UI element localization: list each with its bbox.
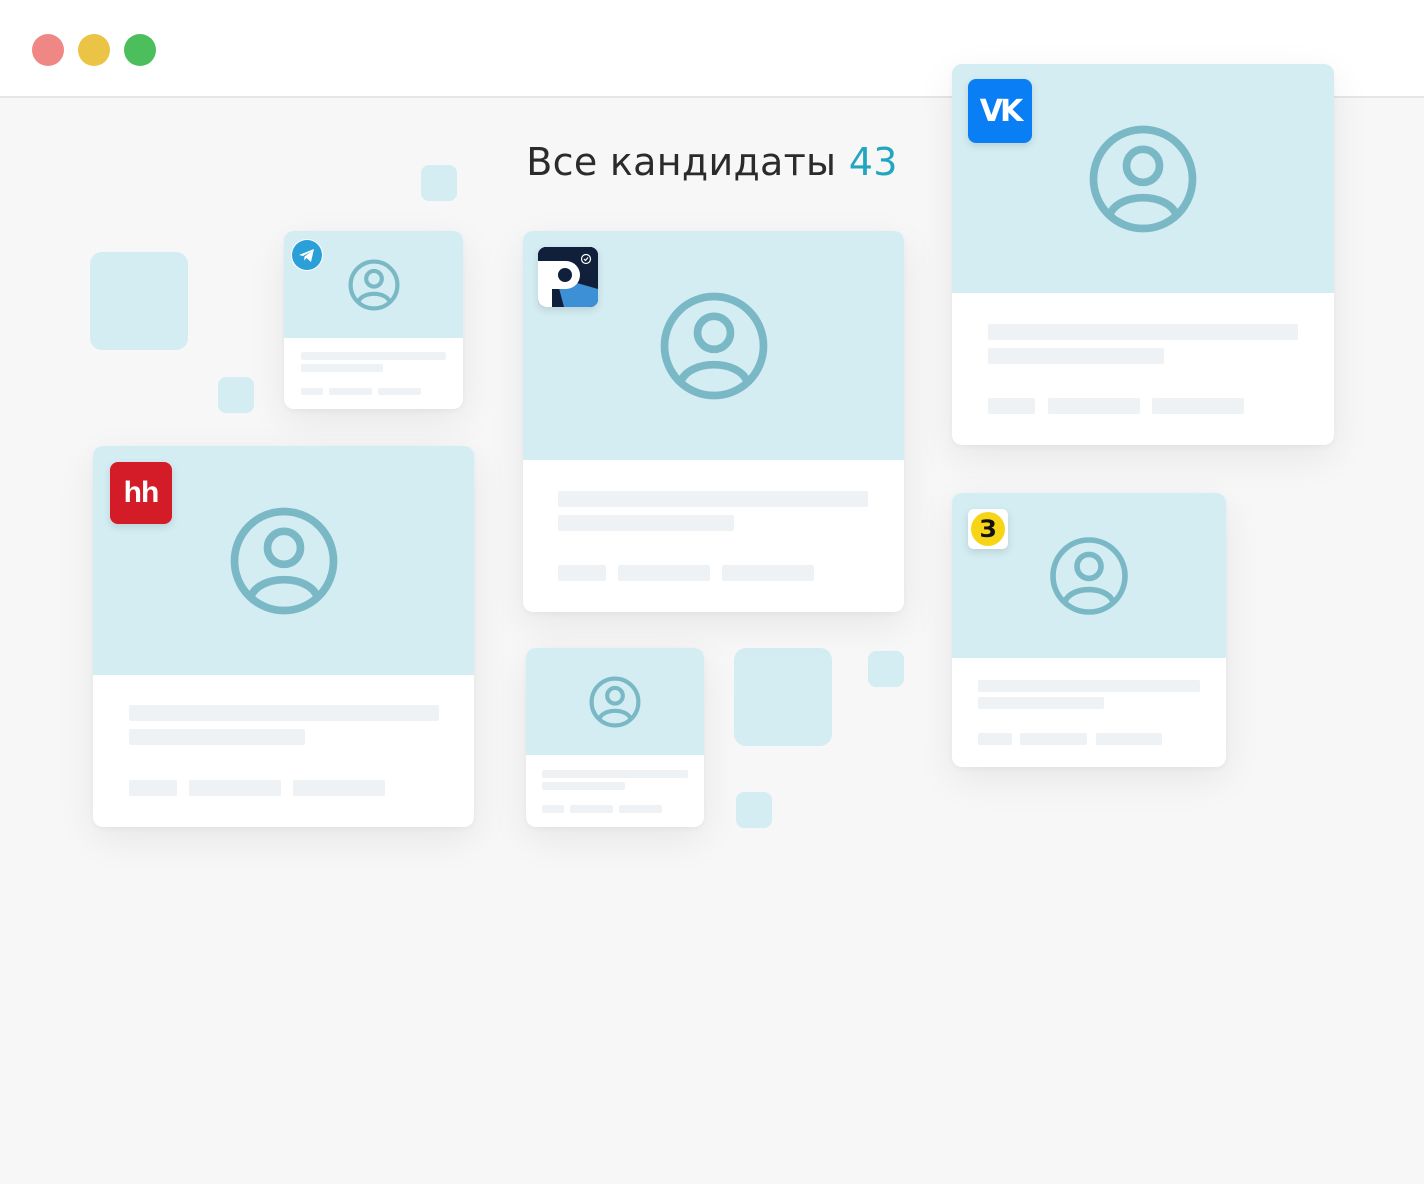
telegram-icon [291,239,323,271]
skeleton-tag [1096,733,1162,745]
skeleton-line [301,352,446,360]
skeleton-tag [301,388,323,395]
skeleton-tag [722,565,814,581]
rabota-icon [538,247,598,307]
skeleton-tag [329,388,372,395]
decorative-square [218,377,254,413]
skeleton-tag [570,805,613,813]
hh-icon: hh [110,462,172,524]
user-avatar-icon [589,676,641,727]
skeleton-line [978,680,1200,692]
skeleton-line [988,324,1298,340]
vk-icon: VK [968,79,1032,143]
skeleton-line [558,515,734,531]
skeleton-line [129,729,305,745]
user-avatar-icon [348,259,399,310]
user-avatar-icon [230,507,337,614]
decorative-square [90,252,188,350]
candidate-photo [526,648,704,755]
skeleton-tag [988,398,1035,414]
maximize-window-button[interactable] [124,34,156,66]
minimize-window-button[interactable] [78,34,110,66]
skeleton-tag [558,565,606,581]
skeleton-tag [293,780,385,796]
skeleton-line [301,364,383,372]
skeleton-line [129,705,439,721]
skeleton-line [542,782,625,790]
skeleton-line [558,491,868,507]
skeleton-line [542,770,688,778]
skeleton-tag [129,780,177,796]
skeleton-line [988,348,1164,364]
skeleton-tag [1152,398,1244,414]
skeleton-tag [618,565,710,581]
skeleton-line [978,697,1104,709]
decorative-square [736,792,772,828]
skeleton-tag [619,805,662,813]
decorative-square [868,651,904,687]
decorative-square [421,165,457,201]
skeleton-tag [189,780,281,796]
user-avatar-icon [660,292,767,399]
close-window-button[interactable] [32,34,64,66]
page-title-text: Все кандидаты [526,140,837,184]
candidates-count: 43 [848,140,898,184]
candidate-card[interactable] [526,648,704,827]
skeleton-tag [1048,398,1140,414]
skeleton-tag [978,733,1012,745]
skeleton-tag [542,805,564,813]
decorative-square [734,648,832,746]
skeleton-tag [1020,733,1087,745]
zarplata-icon: З [968,509,1008,549]
user-avatar-icon [1050,536,1128,615]
skeleton-tag [378,388,421,395]
user-avatar-icon [1089,125,1197,232]
